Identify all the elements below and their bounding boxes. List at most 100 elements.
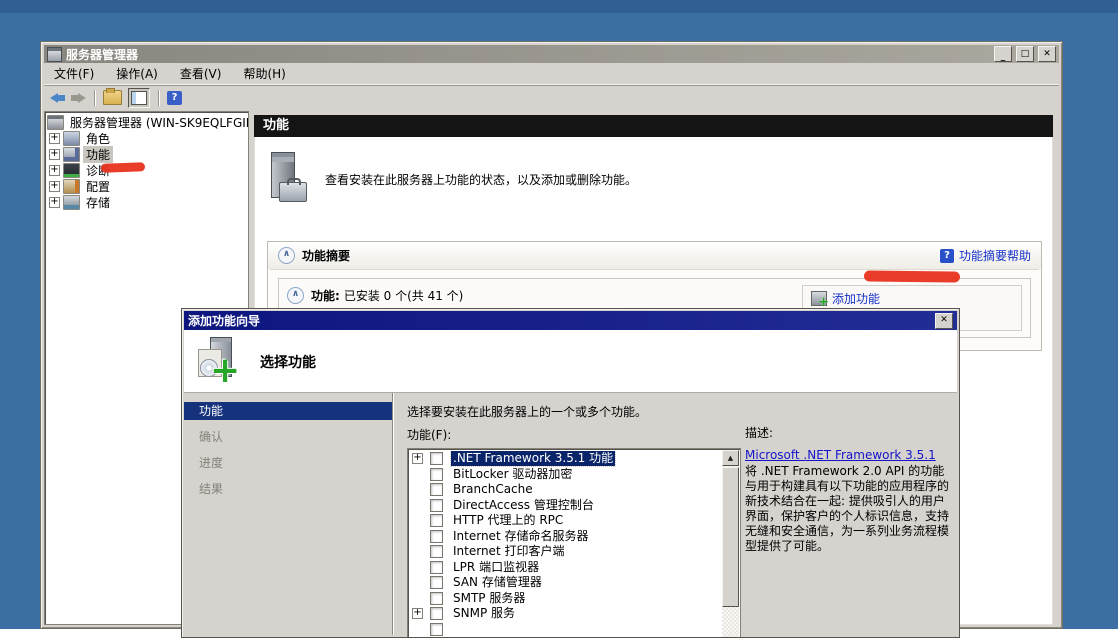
help-button[interactable]: ?: [167, 91, 182, 105]
feature-label[interactable]: Internet 打印客户端: [451, 544, 566, 559]
wizard-step-2[interactable]: 进度: [184, 454, 392, 472]
collapse-chevron-icon[interactable]: ∧: [278, 247, 295, 264]
show-hide-tree-button[interactable]: [103, 90, 122, 105]
expand-icon[interactable]: +: [49, 197, 60, 208]
back-button[interactable]: [50, 93, 65, 103]
feature-label[interactable]: HTTP 代理上的 RPC: [451, 513, 565, 528]
expand-icon[interactable]: +: [49, 181, 60, 192]
forward-button[interactable]: [71, 93, 86, 103]
feature-checkbox[interactable]: [430, 483, 443, 496]
expand-icon[interactable]: +: [49, 149, 60, 160]
scrollbar-thumb[interactable]: [722, 467, 739, 607]
feature-label[interactable]: LPR 端口监视器: [451, 560, 541, 575]
features-toolbox-icon: [265, 152, 309, 208]
console-panes-button[interactable]: [128, 88, 150, 108]
feature-checkbox[interactable]: [430, 607, 443, 620]
wizard-step-0[interactable]: 功能: [184, 402, 392, 420]
feature-row[interactable]: LPR 端口监视器: [409, 560, 721, 576]
tree-root[interactable]: 服务器管理器 (WIN-SK9EQLFGIL: [45, 114, 248, 130]
expand-icon[interactable]: +: [412, 608, 423, 619]
feature-label[interactable]: DirectAccess 管理控制台: [451, 498, 596, 513]
feature-checkbox[interactable]: [430, 576, 443, 589]
tree-item-icon: [63, 179, 80, 194]
tree-item-0[interactable]: +角色: [45, 130, 248, 146]
add-features-wizard-icon: +: [196, 337, 242, 385]
feature-row[interactable]: SMTP 服务器: [409, 591, 721, 607]
add-features-row[interactable]: 添加功能: [811, 289, 1011, 307]
tree-item-2[interactable]: +诊断: [45, 162, 248, 178]
feature-checkbox[interactable]: [430, 468, 443, 481]
minimize-button[interactable]: _: [994, 46, 1012, 62]
feature-label[interactable]: SNMP 服务: [451, 606, 517, 621]
feature-label[interactable]: SAN 存储管理器: [451, 575, 544, 590]
tree-item-icon: [63, 131, 80, 146]
expand-icon[interactable]: +: [49, 133, 60, 144]
feature-checkbox[interactable]: [430, 514, 443, 527]
menu-item-3[interactable]: 帮助(H): [243, 65, 285, 82]
tree-item-4[interactable]: +存储: [45, 194, 248, 210]
feature-label[interactable]: SMTP 服务器: [451, 591, 527, 606]
green-plus-icon: +: [210, 353, 240, 389]
feature-label[interactable]: .NET Framework 3.5.1 功能: [451, 451, 615, 466]
window-title: 服务器管理器: [66, 46, 138, 63]
close-button[interactable]: ✕: [1038, 46, 1056, 62]
feature-row[interactable]: SAN 存储管理器: [409, 575, 721, 591]
add-features-link[interactable]: 添加功能: [832, 290, 880, 307]
menu-item-2[interactable]: 查看(V): [180, 65, 222, 82]
feature-row[interactable]: HTTP 代理上的 RPC: [409, 513, 721, 529]
title-bar[interactable]: 服务器管理器 _ □ ✕: [44, 45, 1059, 63]
feature-label[interactable]: Internet 存储命名服务器: [451, 529, 590, 544]
pane-header: 功能: [254, 115, 1053, 137]
feature-checkbox[interactable]: [430, 545, 443, 558]
features-count-label: 功能:: [311, 287, 340, 304]
maximize-button[interactable]: □: [1016, 46, 1034, 62]
feature-checkbox[interactable]: [430, 623, 443, 636]
features-summary-help-link[interactable]: 功能摘要帮助: [959, 247, 1031, 264]
feature-row[interactable]: Internet 打印客户端: [409, 544, 721, 560]
wizard-step-1[interactable]: 确认: [184, 428, 392, 446]
listbox-scrollbar[interactable]: ▲: [722, 450, 739, 638]
features-summary-header: ∧ 功能摘要 ? 功能摘要帮助: [268, 242, 1041, 269]
feature-checkbox[interactable]: [430, 530, 443, 543]
feature-checkbox[interactable]: [430, 499, 443, 512]
scrollbar-up-button[interactable]: ▲: [722, 450, 739, 466]
tree-item-1[interactable]: +功能: [45, 146, 248, 162]
features-count-value: 已安装 0 个(共 41 个): [344, 287, 464, 304]
maximize-icon: □: [1021, 50, 1030, 59]
tree-item-3[interactable]: + 配置: [45, 178, 248, 194]
collapse-chevron-icon[interactable]: ∧: [287, 287, 304, 304]
help-icon: ?: [172, 92, 178, 103]
description-link[interactable]: Microsoft .NET Framework 3.5.1: [745, 448, 936, 463]
features-list-label: 功能(F):: [407, 426, 451, 443]
wizard-step-3[interactable]: 结果: [184, 480, 392, 498]
close-icon: ✕: [940, 316, 948, 325]
feature-row[interactable]: + .NET Framework 3.5.1 功能: [409, 451, 721, 467]
wizard-body: 功能确认进度结果 选择要安装在此服务器上的一个或多个功能。 功能(F): +.N…: [184, 393, 957, 635]
menu-item-0[interactable]: 文件(F): [54, 65, 94, 82]
dialog-title-bar[interactable]: 添加功能向导 ✕: [184, 311, 957, 330]
feature-checkbox[interactable]: [430, 561, 443, 574]
feature-row[interactable]: DirectAccess 管理控制台: [409, 498, 721, 514]
features-intro-row: 查看安装在此服务器上功能的状态，以及添加或删除功能。: [255, 137, 1052, 221]
description-panel: 描述: Microsoft .NET Framework 3.5.1 将 .NE…: [745, 426, 955, 554]
expand-icon[interactable]: +: [412, 453, 423, 464]
feature-label[interactable]: BranchCache: [451, 482, 535, 497]
feature-label[interactable]: BitLocker 驱动器加密: [451, 467, 574, 482]
feature-checkbox[interactable]: [430, 592, 443, 605]
tree-root-label: 服务器管理器 (WIN-SK9EQLFGIL: [67, 114, 249, 131]
feature-row[interactable]: + SNMP 服务: [409, 606, 721, 622]
back-icon-bar: [58, 95, 65, 101]
expand-icon[interactable]: +: [49, 165, 60, 176]
menu-item-1[interactable]: 操作(A): [116, 65, 158, 82]
feature-row[interactable]: Internet 存储命名服务器: [409, 529, 721, 545]
features-summary-title: 功能摘要: [302, 247, 350, 264]
back-icon: [50, 93, 58, 103]
feature-row[interactable]: BitLocker 驱动器加密: [409, 467, 721, 483]
toolbar: ?: [44, 85, 1059, 110]
server-manager-icon: [47, 115, 64, 130]
feature-checkbox[interactable]: [430, 452, 443, 465]
minimize-icon: _: [1001, 53, 1006, 62]
tree-item-label: 配置: [83, 178, 113, 195]
dialog-close-button[interactable]: ✕: [935, 313, 953, 329]
feature-row[interactable]: BranchCache: [409, 482, 721, 498]
